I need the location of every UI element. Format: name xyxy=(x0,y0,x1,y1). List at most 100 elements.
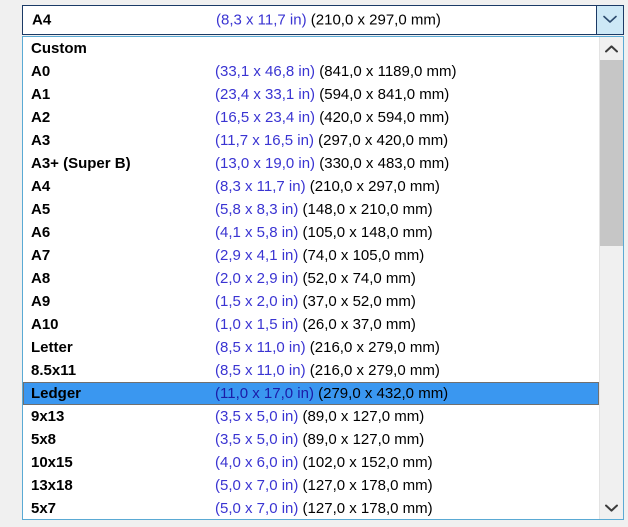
dropdown-item-inches: (16,5 x 23,4 in) xyxy=(215,109,316,126)
scrollbar-up-button[interactable] xyxy=(600,37,623,60)
dropdown-item-dimensions: (3,5 x 5,0 in) (89,0 x 127,0 mm) xyxy=(215,405,424,428)
dropdown-item-label: A3+ (Super B) xyxy=(31,155,131,172)
dropdown-item-mm: (841,0 x 1189,0 mm) xyxy=(319,63,457,80)
dropdown-item-inches: (8,3 x 11,7 in) xyxy=(215,178,306,195)
dropdown-item-inches: (23,4 x 33,1 in) xyxy=(215,86,316,103)
scrollbar-track[interactable] xyxy=(600,60,623,496)
dropdown-item[interactable]: A5 (5,8 x 8,3 in) (148,0 x 210,0 mm) xyxy=(23,198,599,221)
dropdown-item[interactable]: A4 (8,3 x 11,7 in) (210,0 x 297,0 mm) xyxy=(23,175,599,198)
dropdown-item-label: A2 xyxy=(31,109,51,126)
dropdown-item[interactable]: 5x8 (3,5 x 5,0 in) (89,0 x 127,0 mm) xyxy=(23,428,599,451)
dropdown-item-label: Ledger xyxy=(31,385,82,402)
dropdown-item-mm: (127,0 x 178,0 mm) xyxy=(302,477,433,494)
dropdown-item[interactable]: A8 (2,0 x 2,9 in) (52,0 x 74,0 mm) xyxy=(23,267,599,290)
dropdown-item-mm: (148,0 x 210,0 mm) xyxy=(302,201,433,218)
dropdown-item-label: 8.5x11 xyxy=(31,362,77,379)
dropdown-item[interactable]: 8.5x11 (8,5 x 11,0 in) (216,0 x 279,0 mm) xyxy=(23,359,599,382)
dropdown-item-label: A0 xyxy=(31,63,51,80)
dropdown-item-dimensions: (5,0 x 7,0 in) (127,0 x 178,0 mm) xyxy=(215,474,433,497)
dropdown-item-mm: (297,0 x 420,0 mm) xyxy=(318,132,449,149)
dropdown-item-dimensions: (23,4 x 33,1 in) (594,0 x 841,0 mm) xyxy=(215,83,449,106)
dropdown-item-inches: (2,0 x 2,9 in) xyxy=(215,270,299,287)
dropdown-item[interactable]: A0 (33,1 x 46,8 in) (841,0 x 1189,0 mm) xyxy=(23,60,599,83)
dropdown-item-label: 10x15 xyxy=(31,454,73,471)
dropdown-vertical-scrollbar[interactable] xyxy=(599,37,623,519)
dropdown-item-dimensions: (5,0 x 7,0 in) (127,0 x 178,0 mm) xyxy=(215,497,433,519)
dropdown-item-inches: (8,5 x 11,0 in) xyxy=(215,362,306,379)
dropdown-item-label: A8 xyxy=(31,270,51,287)
dropdown-item-mm: (216,0 x 279,0 mm) xyxy=(309,339,440,356)
dropdown-item-mm: (89,0 x 127,0 mm) xyxy=(302,408,425,425)
scrollbar-down-button[interactable] xyxy=(600,496,623,519)
combobox-selected-label: A4 xyxy=(32,11,52,29)
dropdown-item-label: 9x13 xyxy=(31,408,65,425)
dropdown-item-dimensions: (8,3 x 11,7 in) (210,0 x 297,0 mm) xyxy=(215,175,440,198)
dropdown-item-dimensions: (4,0 x 6,0 in) (102,0 x 152,0 mm) xyxy=(215,451,433,474)
chevron-up-icon xyxy=(605,40,618,58)
dropdown-item[interactable]: A9 (1,5 x 2,0 in) (37,0 x 52,0 mm) xyxy=(23,290,599,313)
combobox-selected-inches: (8,3 x 11,7 in) xyxy=(216,11,307,29)
dropdown-item-inches: (11,7 x 16,5 in) xyxy=(215,132,314,149)
dropdown-item-label: A10 xyxy=(31,316,59,333)
dropdown-item-inches: (4,0 x 6,0 in) xyxy=(215,454,299,471)
dropdown-item-mm: (26,0 x 37,0 mm) xyxy=(302,316,416,333)
paper-size-dropdown-list: Custom A0 (33,1 x 46,8 in) (841,0 x 1189,0… xyxy=(22,36,624,520)
paper-size-combobox-popup: A4 (8,3 x 11,7 in) (210,0 x 297,0 mm) Cu… xyxy=(0,0,628,527)
dropdown-item[interactable]: Ledger (11,0 x 17,0 in) (279,0 x 432,0 mm… xyxy=(23,382,599,405)
combobox-value-area[interactable]: A4 (8,3 x 11,7 in) (210,0 x 297,0 mm) xyxy=(23,6,596,34)
dropdown-item[interactable]: A6 (4,1 x 5,8 in) (105,0 x 148,0 mm) xyxy=(23,221,599,244)
dropdown-item-inches: (1,0 x 1,5 in) xyxy=(215,316,299,333)
dropdown-item-label: A6 xyxy=(31,224,51,241)
dropdown-item-inches: (4,1 x 5,8 in) xyxy=(215,224,299,241)
dropdown-item-mm: (127,0 x 178,0 mm) xyxy=(302,500,433,517)
dropdown-item-label: A4 xyxy=(31,178,51,195)
dropdown-item-dimensions: (2,9 x 4,1 in) (74,0 x 105,0 mm) xyxy=(215,244,424,267)
dropdown-item[interactable]: 5x7 (5,0 x 7,0 in) (127,0 x 178,0 mm) xyxy=(23,497,599,519)
dropdown-item-dimensions: (16,5 x 23,4 in) (420,0 x 594,0 mm) xyxy=(215,106,449,129)
scrollbar-thumb[interactable] xyxy=(600,60,623,246)
paper-size-combobox[interactable]: A4 (8,3 x 11,7 in) (210,0 x 297,0 mm) xyxy=(22,5,624,35)
dropdown-item[interactable]: A2 (16,5 x 23,4 in) (420,0 x 594,0 mm) xyxy=(23,106,599,129)
dropdown-item-inches: (13,0 x 19,0 in) xyxy=(215,155,316,172)
dropdown-item[interactable]: 9x13 (3,5 x 5,0 in) (89,0 x 127,0 mm) xyxy=(23,405,599,428)
dropdown-item[interactable]: A7 (2,9 x 4,1 in) (74,0 x 105,0 mm) xyxy=(23,244,599,267)
dropdown-item-mm: (52,0 x 74,0 mm) xyxy=(302,270,416,287)
dropdown-item-dimensions: (11,7 x 16,5 in) (297,0 x 420,0 mm) xyxy=(215,129,448,152)
dropdown-item-dimensions: (3,5 x 5,0 in) (89,0 x 127,0 mm) xyxy=(215,428,424,451)
dropdown-item-inches: (11,0 x 17,0 in) xyxy=(215,385,314,402)
dropdown-item-mm: (37,0 x 52,0 mm) xyxy=(302,293,416,310)
dropdown-item-mm: (279,0 x 432,0 mm) xyxy=(318,385,449,402)
dropdown-item-label: 5x8 xyxy=(31,431,57,448)
dropdown-item[interactable]: Custom xyxy=(23,37,599,60)
dropdown-item-label: A7 xyxy=(31,247,51,264)
dropdown-item-dimensions: (11,0 x 17,0 in) (279,0 x 432,0 mm) xyxy=(215,382,448,405)
dropdown-item-inches: (8,5 x 11,0 in) xyxy=(215,339,306,356)
dropdown-item-mm: (89,0 x 127,0 mm) xyxy=(302,431,425,448)
combobox-dropdown-button[interactable] xyxy=(596,6,623,34)
dropdown-item-label: A3 xyxy=(31,132,51,149)
combobox-selected-mm: (210,0 x 297,0 mm) xyxy=(310,11,441,29)
dropdown-item-label: 5x7 xyxy=(31,500,57,517)
dropdown-item-mm: (102,0 x 152,0 mm) xyxy=(302,454,433,471)
dropdown-item-inches: (3,5 x 5,0 in) xyxy=(215,431,299,448)
dropdown-item-inches: (33,1 x 46,8 in) xyxy=(215,63,316,80)
dropdown-item[interactable]: 13x18 (5,0 x 7,0 in) (127,0 x 178,0 mm) xyxy=(23,474,599,497)
dropdown-item[interactable]: 10x15 (4,0 x 6,0 in) (102,0 x 152,0 mm) xyxy=(23,451,599,474)
combobox-selected-dimensions: (8,3 x 11,7 in) (210,0 x 297,0 mm) xyxy=(216,12,441,29)
dropdown-item-mm: (216,0 x 279,0 mm) xyxy=(309,362,440,379)
dropdown-item-label: 13x18 xyxy=(31,477,73,494)
dropdown-item-label: Custom xyxy=(31,40,87,57)
dropdown-item-dimensions: (1,0 x 1,5 in) (26,0 x 37,0 mm) xyxy=(215,313,416,336)
dropdown-item-dimensions: (4,1 x 5,8 in) (105,0 x 148,0 mm) xyxy=(215,221,433,244)
dropdown-item-dimensions: (8,5 x 11,0 in) (216,0 x 279,0 mm) xyxy=(215,336,440,359)
dropdown-item-mm: (210,0 x 297,0 mm) xyxy=(309,178,440,195)
dropdown-item[interactable]: A3+ (Super B) (13,0 x 19,0 in) (330,0 x 4… xyxy=(23,152,599,175)
dropdown-item-mm: (330,0 x 483,0 mm) xyxy=(319,155,450,172)
dropdown-item[interactable]: A1 (23,4 x 33,1 in) (594,0 x 841,0 mm) xyxy=(23,83,599,106)
dropdown-item-mm: (420,0 x 594,0 mm) xyxy=(319,109,450,126)
chevron-down-icon xyxy=(605,499,618,517)
dropdown-item[interactable]: A10 (1,0 x 1,5 in) (26,0 x 37,0 mm) xyxy=(23,313,599,336)
dropdown-items-container: Custom A0 (33,1 x 46,8 in) (841,0 x 1189,0… xyxy=(23,37,599,519)
dropdown-item[interactable]: Letter (8,5 x 11,0 in) (216,0 x 279,0 mm) xyxy=(23,336,599,359)
dropdown-item[interactable]: A3 (11,7 x 16,5 in) (297,0 x 420,0 mm) xyxy=(23,129,599,152)
